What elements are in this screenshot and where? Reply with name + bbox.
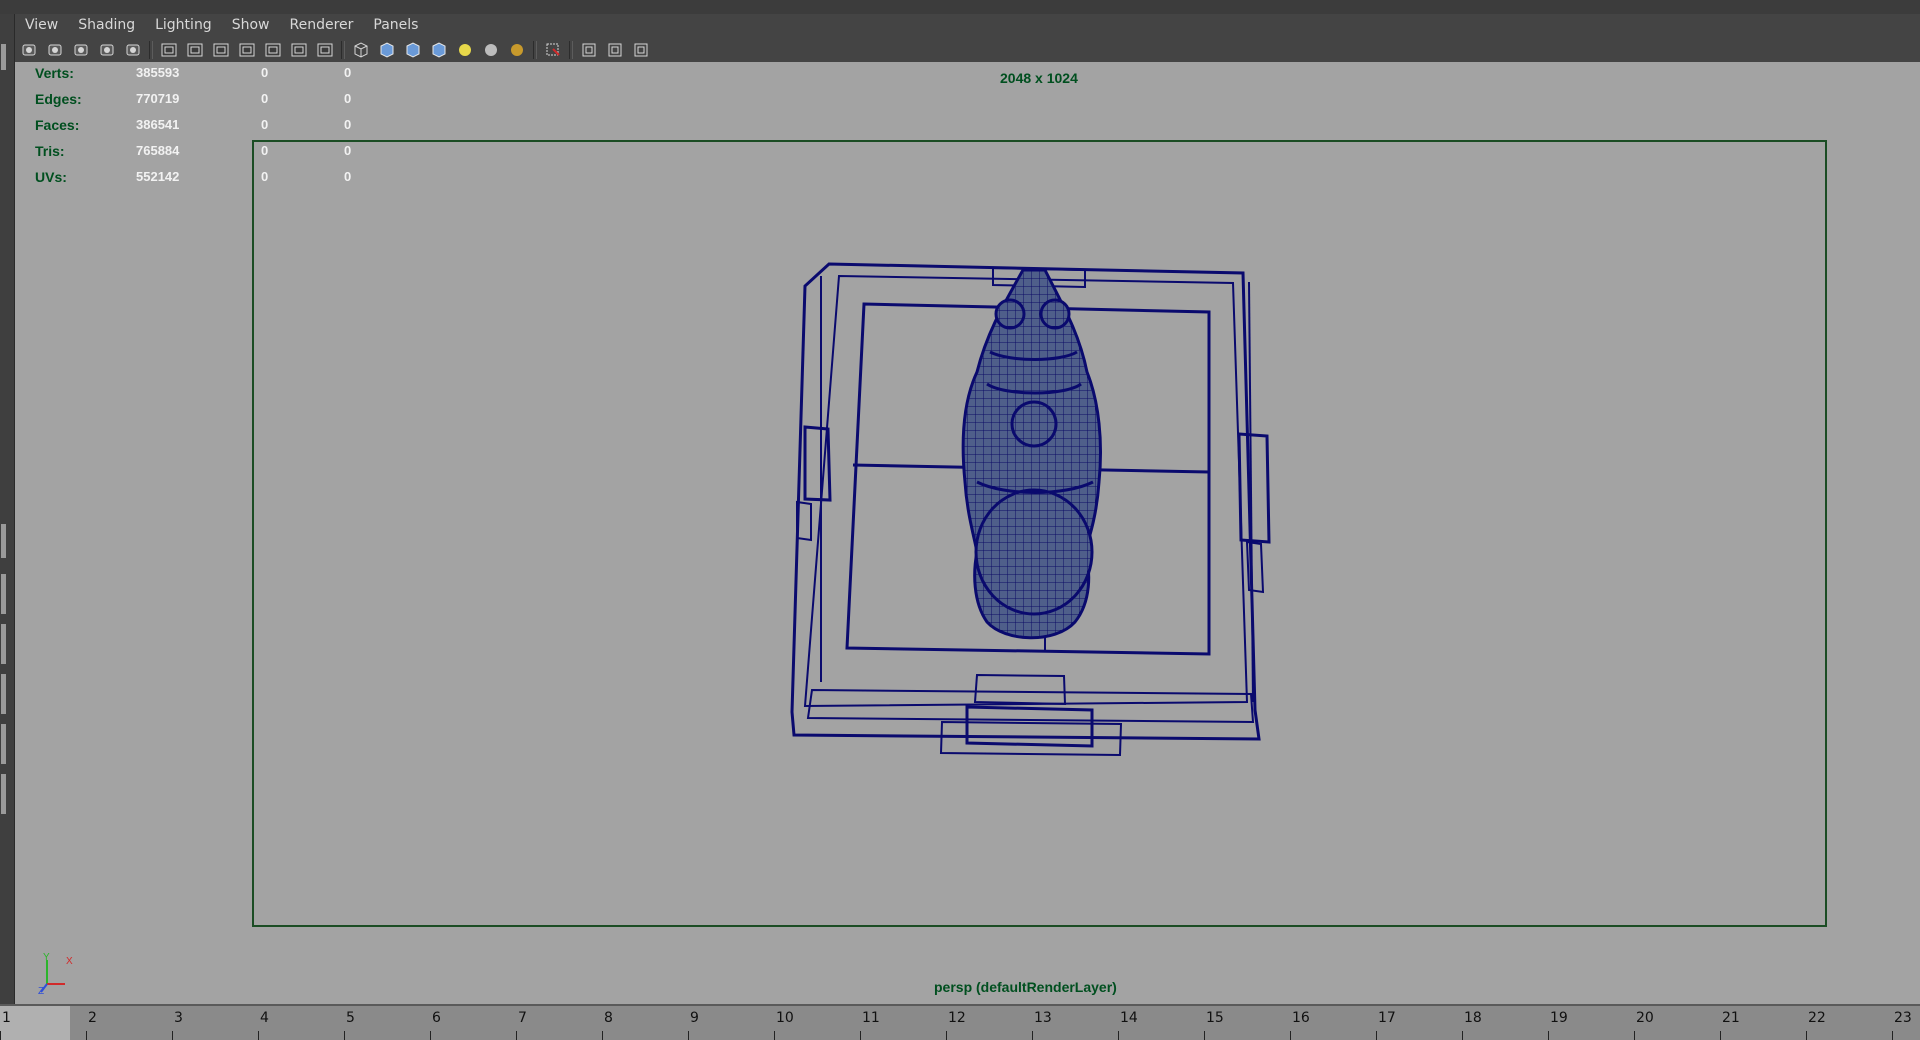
shelf-handle[interactable] xyxy=(1,724,6,764)
menu-renderer[interactable]: Renderer xyxy=(279,14,363,36)
frame-tick-label: 4 xyxy=(260,1010,269,1026)
frame-tick-mark xyxy=(1892,1031,1893,1040)
wireframe-model[interactable] xyxy=(15,62,1920,1004)
frame-tick-mark xyxy=(0,1031,1,1040)
frame-tick-label: 23 xyxy=(1894,1010,1912,1026)
shelf-handle[interactable] xyxy=(1,524,6,558)
menu-shading[interactable]: Shading xyxy=(68,14,145,36)
frame-tick-mark xyxy=(1462,1031,1463,1040)
grid-icon[interactable] xyxy=(159,40,179,60)
panel-toolbar xyxy=(19,38,657,62)
frame-tick-mark xyxy=(172,1031,173,1040)
frame-tick-mark xyxy=(1720,1031,1721,1040)
camera-icon[interactable] xyxy=(19,40,39,60)
frame-tick-mark xyxy=(774,1031,775,1040)
frame-tick-label: 1 xyxy=(2,1010,11,1026)
frame-tick-label: 5 xyxy=(346,1010,355,1026)
gate-mask-icon[interactable] xyxy=(237,40,257,60)
time-slider[interactable]: 1 2 3 4 5 6 7 8 9 10 11 12 13 14 15 16 17 18 19 20 21 22 23 xyxy=(0,1004,1920,1040)
frame-tick-label: 12 xyxy=(948,1010,966,1026)
shadows-icon[interactable] xyxy=(481,40,501,60)
axis-x-label: X xyxy=(66,956,73,967)
ambient-occlusion-icon[interactable] xyxy=(507,40,527,60)
frame-tick-label: 11 xyxy=(862,1010,880,1026)
camera-attributes-icon[interactable] xyxy=(45,40,65,60)
frame-tick-label: 14 xyxy=(1120,1010,1138,1026)
frame-tick-mark xyxy=(946,1031,947,1040)
frame-tick-mark xyxy=(1118,1031,1119,1040)
window-top-strip xyxy=(0,0,1920,15)
frame-tick-label: 7 xyxy=(518,1010,527,1026)
menu-view[interactable]: View xyxy=(15,14,68,36)
viewport-panel-header: View Shading Lighting Show Renderer Panels xyxy=(15,14,1920,62)
frame-tick-mark xyxy=(1204,1031,1205,1040)
frame-tick-label: 10 xyxy=(776,1010,794,1026)
frame-tick-mark xyxy=(1806,1031,1807,1040)
menu-show[interactable]: Show xyxy=(222,14,280,36)
frame-tick-mark xyxy=(516,1031,517,1040)
grease-pencil-icon[interactable] xyxy=(123,40,143,60)
frame-tick-mark xyxy=(602,1031,603,1040)
smooth-shade-icon[interactable] xyxy=(377,40,397,60)
resolution-gate-icon[interactable] xyxy=(211,40,231,60)
xray-joints-icon[interactable] xyxy=(605,40,625,60)
frame-tick-label: 15 xyxy=(1206,1010,1224,1026)
frame-tick-label: 17 xyxy=(1378,1010,1396,1026)
toolbar-separator xyxy=(569,41,573,59)
frame-tick-label: 9 xyxy=(690,1010,699,1026)
shelf-handle[interactable] xyxy=(1,574,6,614)
toolbar-separator xyxy=(533,41,537,59)
frame-tick-label: 2 xyxy=(88,1010,97,1026)
frame-tick-label: 16 xyxy=(1292,1010,1310,1026)
axis-y-label: Y xyxy=(43,952,50,963)
use-all-lights-icon[interactable] xyxy=(455,40,475,60)
frame-tick-label: 6 xyxy=(432,1010,441,1026)
frame-tick-label: 13 xyxy=(1034,1010,1052,1026)
view-axis-indicator: Y X Z xyxy=(38,952,73,994)
menu-lighting[interactable]: Lighting xyxy=(145,14,222,36)
frame-tick-mark xyxy=(1634,1031,1635,1040)
field-chart-icon[interactable] xyxy=(263,40,283,60)
frame-tick-label: 21 xyxy=(1722,1010,1740,1026)
frame-tick-mark xyxy=(344,1031,345,1040)
wireframe-on-shaded-icon[interactable] xyxy=(403,40,423,60)
shelf-handle[interactable] xyxy=(1,674,6,714)
frame-tick-label: 19 xyxy=(1550,1010,1568,1026)
frame-tick-label: 22 xyxy=(1808,1010,1826,1026)
axis-z-label: Z xyxy=(38,986,44,994)
textured-icon[interactable] xyxy=(429,40,449,60)
isolate-select-icon[interactable] xyxy=(543,40,563,60)
menu-panels[interactable]: Panels xyxy=(363,14,428,36)
shelf-handle[interactable] xyxy=(1,44,6,70)
frame-tick-label: 3 xyxy=(174,1010,183,1026)
wireframe-icon[interactable] xyxy=(351,40,371,60)
toolbar-separator xyxy=(149,41,153,59)
toolbar-separator xyxy=(341,41,345,59)
frame-tick-mark xyxy=(1548,1031,1549,1040)
frame-tick-label: 8 xyxy=(604,1010,613,1026)
shelf-handle[interactable] xyxy=(1,774,6,814)
frame-tick-mark xyxy=(86,1031,87,1040)
frame-tick-mark xyxy=(860,1031,861,1040)
film-gate-icon[interactable] xyxy=(185,40,205,60)
image-plane-icon[interactable] xyxy=(97,40,117,60)
camera-name-label: persp (defaultRenderLayer) xyxy=(934,979,1117,995)
frame-tick-mark xyxy=(1376,1031,1377,1040)
safe-action-icon[interactable] xyxy=(289,40,309,60)
frame-tick-mark xyxy=(688,1031,689,1040)
safe-title-icon[interactable] xyxy=(315,40,335,60)
panel-menubar: View Shading Lighting Show Renderer Panels xyxy=(15,14,428,36)
frame-tick-label: 20 xyxy=(1636,1010,1654,1026)
xray-icon[interactable] xyxy=(579,40,599,60)
perspective-viewport[interactable]: Verts: 385593 0 0 Edges: 770719 0 0 Faces: 386541… xyxy=(15,62,1920,1004)
frame-tick-mark xyxy=(430,1031,431,1040)
shelf-handle[interactable] xyxy=(1,624,6,664)
frame-tick-mark xyxy=(258,1031,259,1040)
frame-tick-label: 18 xyxy=(1464,1010,1482,1026)
bookmark-icon[interactable] xyxy=(71,40,91,60)
xray-components-icon[interactable] xyxy=(631,40,651,60)
frame-tick-mark xyxy=(1032,1031,1033,1040)
frame-tick-mark xyxy=(1290,1031,1291,1040)
left-tool-shelf xyxy=(0,14,15,1004)
